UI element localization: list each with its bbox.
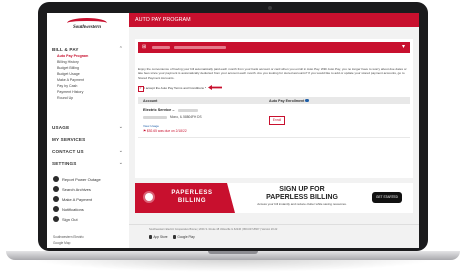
main-content: ⊞ ▾ Enjoy the convenience of having your… (129, 27, 419, 248)
nav-contact-us[interactable]: CONTACT US (52, 149, 84, 154)
redacted-text (178, 109, 198, 112)
enroll-button[interactable]: Enroll (269, 116, 285, 125)
page-header: AUTO PAY PROGRAM (129, 13, 419, 27)
banner-left-panel: PAPERLESS BILLING (135, 183, 235, 213)
sidebar-item-budget-billing[interactable]: Budget Billing (57, 66, 79, 70)
brand-logo[interactable]: Southwestern (61, 17, 113, 34)
footer-link-google-map[interactable]: Google Map (53, 241, 70, 245)
table-row: Electric Service – Mono, IL 58804FH DS V… (138, 105, 410, 138)
col-enrollment-label: Auto Pay Enrollment (269, 98, 305, 103)
chevron-down-icon[interactable]: ⌄ (119, 124, 123, 130)
intro-text: Enjoy the convenience of having your bil… (138, 67, 407, 80)
footer-link-southwestern[interactable]: Southwestern Electric (53, 235, 84, 239)
chevron-down-icon[interactable]: ⌄ (119, 148, 123, 154)
arrow-left-icon (208, 85, 222, 90)
sidebar-item-billing-history[interactable]: Billing History (57, 60, 79, 64)
redacted-text (152, 46, 170, 49)
redacted-text (143, 116, 167, 119)
paperless-banner: PAPERLESS BILLING SIGN UP FOR PAPERLESS … (135, 183, 413, 213)
amount-due-text: $92.65 was due on 2/18/22 (146, 129, 187, 133)
laptop-notch (208, 251, 258, 254)
page-footer: Southwestern Electric Cooperative Biome … (129, 224, 419, 248)
footer-info: Southwestern Electric Cooperative Biome … (149, 228, 278, 231)
nav-settings[interactable]: SETTINGS (52, 161, 77, 166)
dollar-icon (53, 196, 59, 202)
service-address: Mono, IL 58804FH DS (170, 115, 202, 119)
sidebar-item-make-payment[interactable]: Make A Payment (57, 78, 84, 82)
action-label: Report Power Outage (62, 177, 101, 182)
google-play-label: Google Play (177, 235, 195, 239)
terms-label[interactable]: I accept the Auto Pay Terms and Conditio… (144, 86, 206, 90)
brand-name: Southwestern (72, 25, 102, 30)
service-name: Electric Service – (143, 108, 175, 112)
sidebar-item-payment-history[interactable]: Payment History (57, 90, 83, 94)
sidebar-item-round-up[interactable]: Round Up (57, 96, 73, 100)
get-started-button[interactable]: GET STARTED (372, 192, 402, 203)
app-store-label: App Store (153, 235, 168, 239)
google-play-badge[interactable]: Google Play (173, 235, 195, 241)
dropdown-caret-icon[interactable]: ▾ (402, 43, 405, 50)
action-label: Sign Out (62, 217, 78, 222)
play-icon (173, 235, 177, 239)
col-enrollment: Auto Pay Enrollment (269, 99, 309, 103)
signout-icon (53, 216, 59, 222)
view-usage-link[interactable]: View Usage (143, 124, 159, 128)
app-store-badge[interactable]: App Store (149, 235, 168, 241)
banner-copy: SIGN UP FOR PAPERLESS BILLING Access you… (237, 186, 367, 206)
amount-due: ⚑ $92.65 was due on 2/18/22 (143, 129, 187, 133)
col-account: Account (143, 98, 158, 103)
chevron-up-icon[interactable]: ⌃ (119, 46, 123, 52)
bolt-icon (53, 176, 59, 182)
nav-usage[interactable]: USAGE (52, 125, 69, 130)
action-label: Search Archives (62, 187, 91, 192)
camera-icon (268, 6, 272, 10)
action-label: Make A Payment (62, 197, 93, 202)
table-header: Account Auto Pay Enrollment (138, 97, 410, 104)
banner-subtext: Access your bill instantly and reduce cl… (257, 202, 347, 206)
sidebar-item-pay-by-cash[interactable]: Pay by Cash (57, 84, 77, 88)
banner-left-text: PAPERLESS BILLING (171, 190, 213, 204)
account-icon: ⊞ (142, 44, 147, 50)
sidebar-item-budget-usage[interactable]: Budget Usage (57, 72, 80, 76)
banner-headline-2: PAPERLESS BILLING (266, 193, 338, 201)
banner-headline-1: SIGN UP FOR (279, 186, 325, 193)
bell-icon (53, 206, 59, 212)
info-icon[interactable] (305, 98, 309, 103)
apple-icon (149, 235, 153, 239)
screen: Southwestern BILL & PAY ⌃ Auto Pay Progr… (47, 13, 419, 248)
action-label: Notifications (62, 207, 84, 212)
account-selector[interactable]: ⊞ ▾ (138, 42, 410, 53)
auto-pay-card: ⊞ ▾ Enjoy the convenience of having your… (135, 39, 413, 178)
sidebar-item-auto-pay[interactable]: Auto Pay Program (57, 54, 88, 58)
chevron-down-icon[interactable]: ⌄ (119, 160, 123, 166)
sun-icon (145, 193, 153, 201)
nav-my-services[interactable]: MY SERVICES (52, 137, 85, 142)
redacted-text (174, 46, 226, 49)
sidebar: Southwestern BILL & PAY ⌃ Auto Pay Progr… (47, 13, 130, 248)
page-title: AUTO PAY PROGRAM (135, 17, 191, 23)
nav-bill-pay[interactable]: BILL & PAY (52, 47, 79, 52)
search-icon (53, 186, 59, 192)
